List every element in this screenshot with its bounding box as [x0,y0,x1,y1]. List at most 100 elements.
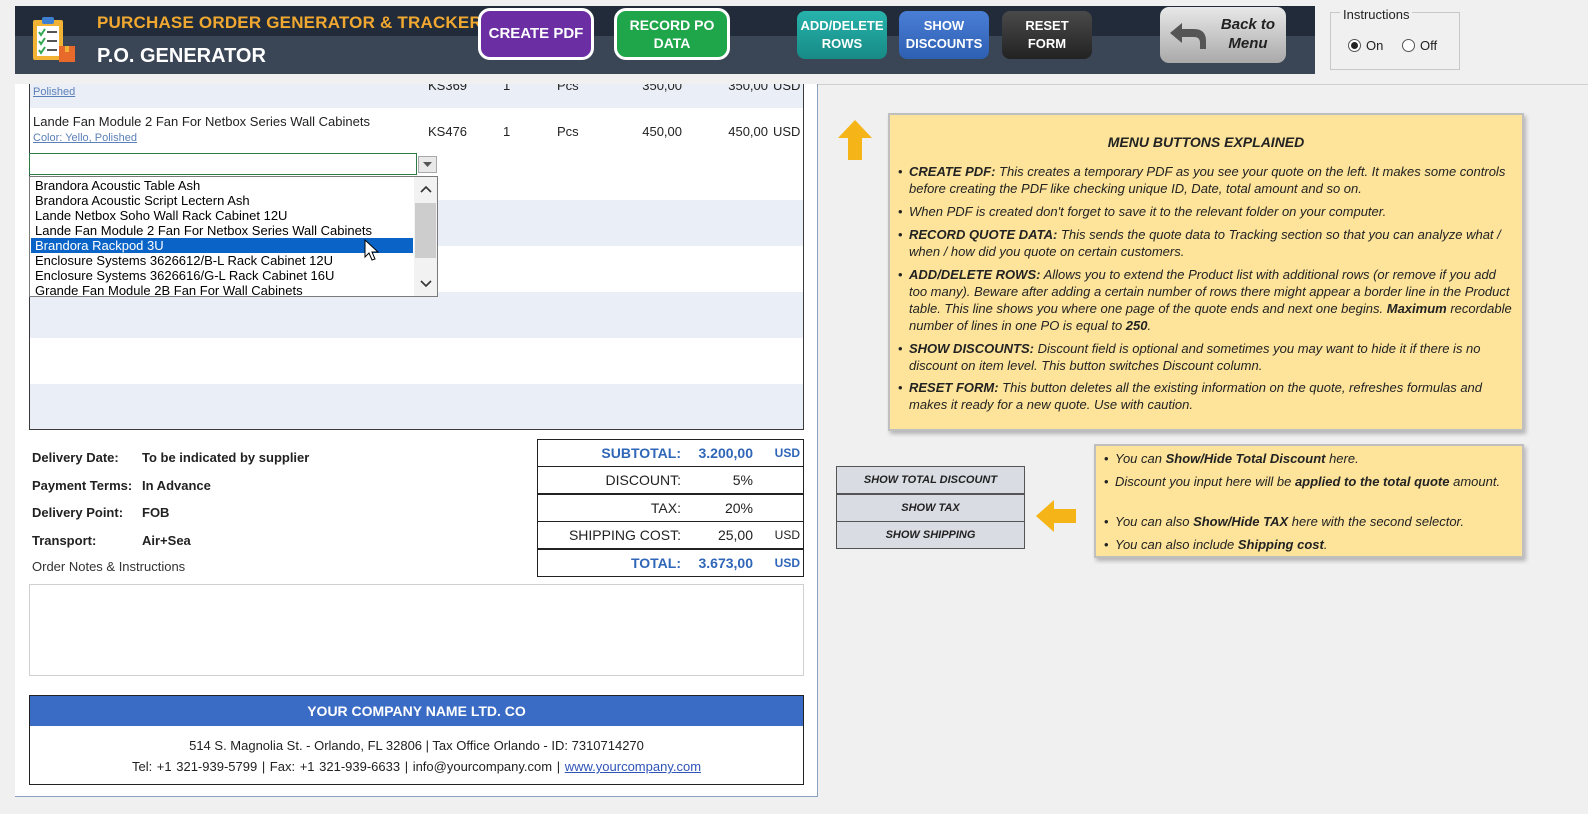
discount-label: DISCOUNT: [605,472,681,488]
totals-note: You can Show/Hide Total Discount here. D… [1094,444,1524,558]
delivery-date-label: Delivery Date: [32,450,119,465]
product-currency: USD [773,124,801,139]
subtotal-currency: USD [774,446,800,460]
back-to-menu-button[interactable]: Back to Menu [1160,7,1286,63]
table-row[interactable]: Lande Fan Module 2 Fan For Netbox Series… [30,108,803,154]
divider [818,84,1588,85]
record-po-data-button[interactable]: RECORD PO DATA [614,8,730,60]
dropdown-option[interactable]: Lande Netbox Soho Wall Rack Cabinet 12U [31,208,413,223]
total-row: TOTAL: 3.673,00 USD [537,549,804,577]
create-pdf-button[interactable]: CREATE PDF [478,8,594,60]
company-website-link[interactable]: www.yourcompany.com [565,759,701,774]
dropdown-scrollbar[interactable] [414,177,437,296]
product-total: 350,00 [728,84,768,93]
instructions-off-radio[interactable]: Off [1402,38,1437,53]
transport-value[interactable]: Air+Sea [142,533,191,548]
menu-note-item: ADD/DELETE ROWS: Allows you to extend th… [898,266,1516,334]
company-address: 514 S. Magnolia St. - Orlando, FL 32806 … [189,738,644,753]
instructions-off-label: Off [1420,38,1438,53]
dropdown-option[interactable]: Grande Fan Module 2B Fan For Wall Cabine… [31,283,413,298]
dropdown-option[interactable]: Enclosure Systems 3626612/B-L Rack Cabin… [31,253,413,268]
menu-note-item: RECORD QUOTE DATA: This sends the quote … [898,226,1516,260]
transport-label: Transport: [32,533,97,548]
totals-note-item: You can Show/Hide Total Discount here. [1104,450,1516,467]
product-price: 350,00 [642,84,682,93]
dropdown-option[interactable]: Brandora Rackpod 3U [31,238,413,253]
product-unit: Pcs [557,84,579,93]
delivery-date-value[interactable]: To be indicated by supplier [142,450,309,465]
arrow-up-icon [838,120,872,160]
product-qty: 1 [503,124,511,139]
dropdown-option[interactable]: Enclosure Systems 3626616/G-L Rack Cabin… [31,268,413,283]
instructions-on-label: On [1366,38,1384,53]
table-row[interactable] [30,384,803,429]
product-code: KS476 [428,124,468,139]
scroll-down-button[interactable] [414,275,437,293]
dropdown-option[interactable]: Brandora Acoustic Table Ash [31,178,413,193]
shipping-label: SHIPPING COST: [568,527,681,543]
scroll-up-button[interactable] [414,180,437,198]
subtotal-label: SUBTOTAL: [601,445,681,461]
show-tax-button[interactable]: SHOW TAX [836,494,1025,522]
show-shipping-button[interactable]: SHOW SHIPPING [836,521,1025,549]
chevron-down-icon [419,280,432,288]
product-name: Lande Fan Module 2 Fan For Netbox Series… [33,114,370,129]
subtotal-value: 3.200,00 [698,445,754,461]
scroll-thumb[interactable] [415,203,436,258]
dropdown-option[interactable]: Lande Fan Module 2 Fan For Netbox Series… [31,223,413,238]
show-discounts-button[interactable]: SHOW DISCOUNTS [899,11,989,59]
product-currency: USD [773,84,801,93]
instructions-on-radio[interactable]: On [1348,38,1383,53]
totals-note-item: Discount you input here will be applied … [1104,473,1516,490]
product-variant[interactable]: Polished [33,86,75,98]
table-row[interactable]: Polished KS369 1 Pcs 350,00 350,00 USD [30,84,803,108]
company-contact: Tel: +1 321-939-5799 | Fax: +1 321-939-6… [131,759,561,774]
payment-terms-value[interactable]: In Advance [142,478,211,493]
product-code: KS369 [428,84,468,93]
order-notes-field[interactable] [29,584,804,676]
company-contact-line: Tel: +1 321-939-5799 | Fax: +1 321-939-6… [30,759,803,774]
company-footer: YOUR COMPANY NAME LTD. CO 514 S. Magnoli… [29,695,804,785]
arrow-left-icon [1036,500,1076,532]
menu-note-item: SHOW DISCOUNTS: Discount field is option… [898,340,1516,374]
shipping-value[interactable]: 25,00 [718,527,753,543]
menu-note-title: MENU BUTTONS EXPLAINED [1107,134,1305,150]
total-value: 3.673,00 [698,555,754,571]
totals-note-item: You can also Show/Hide TAX here with the… [1104,513,1516,530]
radio-selected-icon [1348,39,1361,52]
back-to-menu-label: Back to Menu [1220,16,1276,52]
product-combo-input[interactable] [29,153,417,175]
radio-unselected-icon [1402,39,1415,52]
table-row[interactable] [30,338,803,384]
menu-buttons-note: MENU BUTTONS EXPLAINED CREATE PDF: This … [888,113,1524,431]
dropdown-option[interactable]: Brandora Acoustic Script Lectern Ash [31,193,413,208]
product-unit: Pcs [557,124,579,139]
reset-form-button[interactable]: RESET FORM [1002,11,1092,59]
product-price: 450,00 [642,124,682,139]
total-label: TOTAL: [630,555,681,571]
tax-value[interactable]: 20% [725,500,753,516]
discount-row: DISCOUNT: 5% [537,466,804,494]
table-row[interactable] [30,292,803,338]
clipboard-logo-icon [33,17,75,62]
product-qty: 1 [503,84,511,93]
order-notes-label: Order Notes & Instructions [32,559,186,574]
instructions-label: Instructions [1340,7,1413,22]
discount-value[interactable]: 5% [733,472,753,488]
show-total-discount-button[interactable]: SHOW TOTAL DISCOUNT [836,466,1025,494]
combo-dropdown-button[interactable] [418,156,437,173]
tax-label: TAX: [650,500,681,516]
product-dropdown-list[interactable]: Brandora Acoustic Table Ash Brandora Acou… [29,176,438,298]
product-variant[interactable]: Color: Yello, Polished [33,132,137,144]
app-title: PURCHASE ORDER GENERATOR & TRACKER [97,13,482,32]
add-delete-rows-button[interactable]: ADD/DELETE ROWS [797,11,887,59]
shipping-row: SHIPPING COST: 25,00 USD [537,521,804,549]
payment-terms-label: Payment Terms: [32,478,133,493]
menu-note-item: When PDF is created don't forget to save… [898,203,1516,220]
delivery-point-value[interactable]: FOB [142,505,169,520]
chevron-down-icon [423,161,432,167]
menu-note-item: RESET FORM: This button deletes all the … [898,379,1516,413]
shipping-currency: USD [774,528,800,542]
product-total: 450,00 [728,124,768,139]
totals-note-item: You can also include Shipping cost. [1104,536,1516,553]
